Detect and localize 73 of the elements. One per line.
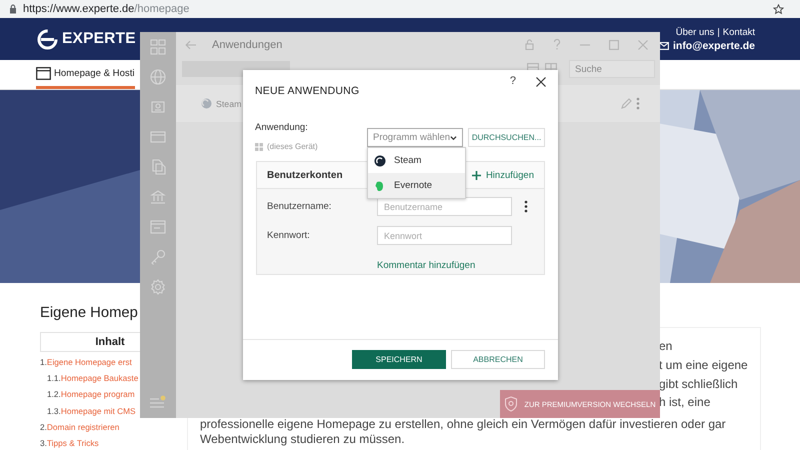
save-button[interactable]: SPEICHERN bbox=[352, 350, 446, 369]
browser-window-icon[interactable] bbox=[150, 219, 166, 235]
back-arrow-icon[interactable] bbox=[185, 40, 197, 50]
toc-number: 1.2. bbox=[47, 389, 61, 400]
dialog-title: NEUE ANWENDUNG bbox=[255, 85, 360, 97]
swirl-icon bbox=[374, 154, 386, 166]
toc-number: 3. bbox=[40, 438, 47, 448]
browse-button[interactable]: DURCHSUCHEN... bbox=[468, 128, 545, 147]
maximize-icon[interactable] bbox=[609, 40, 619, 50]
header-link[interactable]: Kontakt bbox=[722, 26, 755, 38]
logo-icon[interactable] bbox=[37, 28, 58, 50]
url-text[interactable]: https://www.experte.de/homepage bbox=[23, 3, 190, 15]
device-text: (dieses Gerät) bbox=[267, 142, 318, 151]
credit-card-icon[interactable] bbox=[150, 129, 166, 145]
kebab-icon[interactable] bbox=[524, 200, 528, 213]
add-link[interactable]: Hinzufügen bbox=[472, 170, 534, 180]
documents-icon[interactable] bbox=[150, 159, 166, 175]
windows-icon bbox=[255, 142, 263, 150]
page-heading: Eigene Homep bbox=[40, 304, 138, 323]
input-field[interactable]: Benutzername bbox=[377, 197, 512, 216]
search-field[interactable]: Suche bbox=[569, 60, 655, 78]
toc-number: 2. bbox=[40, 422, 47, 432]
browser-window-icon bbox=[36, 66, 51, 80]
email-link[interactable]: info@experte.de bbox=[672, 40, 755, 52]
panel-title: Benutzerkonten bbox=[267, 170, 343, 180]
body-text: Webentwicklung studieren zu müssen. bbox=[200, 432, 405, 448]
shield-icon bbox=[504, 396, 518, 412]
pencil-icon[interactable] bbox=[621, 98, 632, 109]
body-text: h ist, eine bbox=[659, 394, 710, 412]
toc-link[interactable]: Eigene Homepage erst bbox=[46, 357, 132, 368]
grid-icon[interactable] bbox=[150, 39, 166, 55]
toc-number: 1. bbox=[40, 357, 47, 368]
lock-icon bbox=[9, 4, 17, 14]
logo-text[interactable]: EXPERTE bbox=[62, 30, 136, 48]
toc-number: 1.3. bbox=[47, 406, 61, 416]
swirl-icon bbox=[201, 98, 212, 109]
menu-icon[interactable] bbox=[149, 395, 167, 409]
toc-link[interactable]: Homepage mit CMS bbox=[60, 406, 136, 416]
lock-icon[interactable] bbox=[525, 39, 534, 50]
toc-link[interactable]: Tipps & Tricks bbox=[46, 438, 99, 448]
dropdown-option[interactable]: Evernote bbox=[368, 173, 465, 198]
toc-link[interactable]: Domain registrieren bbox=[46, 422, 120, 432]
program-dropdown[interactable]: Programm wählen bbox=[367, 128, 463, 147]
help-button[interactable]: ? bbox=[510, 75, 516, 87]
field-label: Benutzername: bbox=[267, 201, 332, 212]
body-text: en bbox=[659, 338, 672, 355]
toc-link[interactable]: Homepage Baukaste bbox=[60, 373, 138, 384]
comment-link[interactable]: Kommentar hinzufügen bbox=[377, 260, 476, 271]
window-title: Anwendungen bbox=[212, 38, 282, 50]
star-icon[interactable] bbox=[773, 4, 784, 14]
mail-icon bbox=[658, 42, 669, 50]
close-icon[interactable] bbox=[536, 77, 546, 87]
body-text: professionelle eigene Homepage zu erstellen, ohne gleich ein Vermögen dafür investieren oder gar bbox=[200, 417, 726, 432]
entry-name[interactable]: Steam bbox=[216, 98, 242, 108]
key-icon[interactable] bbox=[150, 249, 166, 265]
dropdown-option[interactable]: Steam bbox=[368, 148, 465, 173]
leaf-icon bbox=[374, 180, 386, 192]
toc-number: 1.1. bbox=[47, 373, 61, 384]
cancel-button[interactable]: ABBRECHEN bbox=[451, 350, 545, 369]
field-label: Kennwort: bbox=[267, 230, 311, 241]
chevron-icon bbox=[450, 134, 457, 140]
globe-icon[interactable] bbox=[150, 69, 166, 85]
toc-link[interactable]: Homepage program bbox=[60, 389, 135, 400]
id-card-icon[interactable] bbox=[150, 99, 166, 115]
header-link[interactable]: Über uns bbox=[676, 26, 714, 38]
bank-icon[interactable] bbox=[150, 189, 166, 205]
input-field[interactable]: Kennwort bbox=[377, 226, 512, 245]
plus-icon bbox=[472, 170, 481, 180]
field-label: Anwendung: bbox=[255, 122, 309, 135]
help-icon[interactable] bbox=[553, 39, 561, 50]
body-text: gibt schließlich bbox=[659, 376, 738, 393]
separator-text: | bbox=[717, 26, 720, 38]
settings-icon[interactable] bbox=[150, 279, 166, 295]
